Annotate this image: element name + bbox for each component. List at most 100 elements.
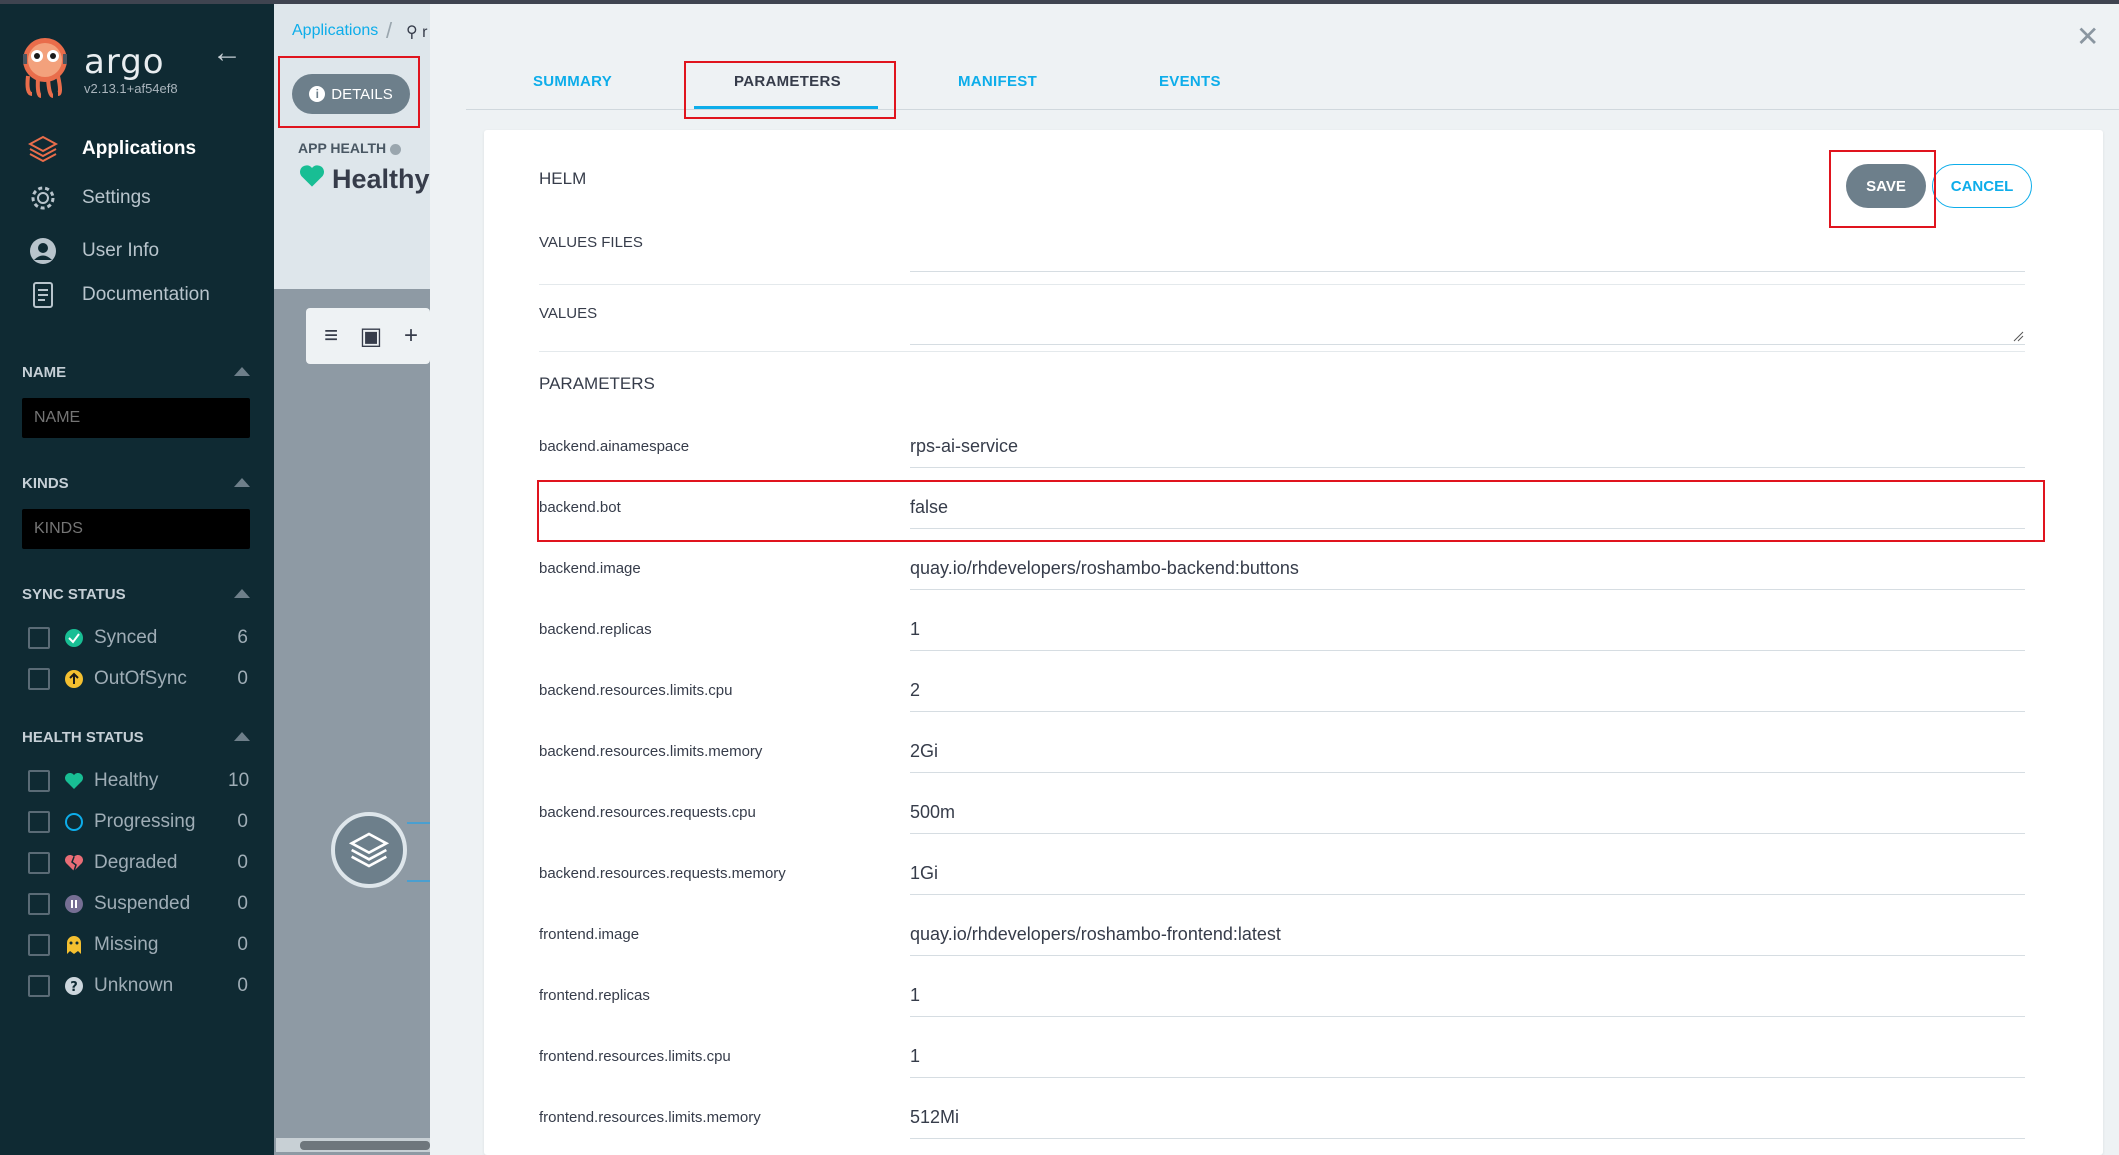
collapse-caret-icon[interactable] — [234, 589, 250, 598]
filter-kinds-title: KINDS — [22, 475, 69, 492]
param-value-input[interactable] — [910, 670, 2025, 712]
filter-unknown[interactable]: ? Unknown 0 — [28, 971, 248, 1001]
param-value-input[interactable] — [910, 609, 2025, 651]
filter-label: OutOfSync — [94, 668, 187, 689]
pause-circle-icon — [64, 894, 84, 914]
param-value-input[interactable] — [910, 792, 2025, 834]
breadcrumb-applications[interactable]: Applications — [292, 22, 378, 40]
checkbox[interactable] — [28, 770, 50, 792]
filter-progressing[interactable]: Progressing 0 — [28, 807, 248, 837]
layers-icon — [349, 832, 389, 868]
scrollbar-thumb[interactable] — [300, 1141, 430, 1150]
checkbox[interactable] — [28, 893, 50, 915]
param-value-input[interactable] — [910, 731, 2025, 773]
collapse-caret-icon[interactable] — [234, 367, 250, 376]
filter-label: Healthy — [94, 770, 159, 791]
checkbox[interactable] — [28, 668, 50, 690]
collapse-caret-icon[interactable] — [234, 478, 250, 487]
tab-events[interactable]: EVENTS — [1159, 73, 1221, 90]
param-name: frontend.resources.limits.memory — [539, 1109, 761, 1126]
checkbox[interactable] — [28, 627, 50, 649]
brand-name: argo — [84, 42, 165, 82]
filter-count: 0 — [237, 893, 248, 914]
filter-suspended[interactable]: Suspended 0 — [28, 889, 248, 919]
save-button[interactable]: SAVE — [1846, 164, 1926, 208]
collapse-caret-icon[interactable] — [234, 732, 250, 741]
filter-health-title: HEALTH STATUS — [22, 729, 144, 746]
app-health-text: Healthy — [332, 164, 430, 194]
nav-settings[interactable]: Settings — [28, 182, 151, 214]
app-node[interactable] — [331, 812, 407, 888]
filter-label: Synced — [94, 627, 158, 648]
filter-label: Unknown — [94, 975, 174, 996]
collapse-sidebar-icon[interactable]: ← — [212, 36, 242, 70]
kinds-filter-input[interactable] — [22, 509, 250, 549]
circle-notch-icon — [64, 812, 84, 832]
view-toolbar: ≡ ▣ + — [306, 308, 430, 364]
details-button[interactable]: i DETAILS — [292, 74, 410, 114]
search-text: r — [422, 24, 428, 41]
param-name: backend.resources.limits.cpu — [539, 682, 733, 699]
param-value-input[interactable] — [910, 853, 2025, 895]
param-value-input[interactable] — [910, 548, 2025, 590]
checkbox[interactable] — [28, 852, 50, 874]
tree-view-icon[interactable]: ▣ — [358, 323, 384, 350]
svg-text:?: ? — [70, 980, 78, 995]
panel-tabs: SUMMARY PARAMETERS MANIFEST EVENTS — [466, 56, 2119, 110]
info-icon: i — [309, 86, 326, 102]
nav-applications-label: Applications — [82, 138, 197, 159]
values-label: VALUES — [539, 305, 598, 322]
filter-healthy[interactable]: Healthy 10 — [28, 766, 249, 796]
name-filter-input[interactable] — [22, 398, 250, 438]
param-value-input[interactable] — [910, 914, 2025, 956]
filter-sync-title: SYNC STATUS — [22, 586, 126, 603]
filter-count: 0 — [237, 975, 248, 996]
filter-name-title: NAME — [22, 364, 67, 381]
checkbox[interactable] — [28, 975, 50, 997]
nav-applications[interactable]: Applications — [28, 133, 196, 165]
search-icon[interactable]: ⚲ r — [406, 22, 428, 42]
filter-outofsync[interactable]: OutOfSync 0 — [28, 664, 248, 694]
filter-synced[interactable]: Synced 6 — [28, 623, 248, 653]
argo-logo — [20, 36, 70, 98]
filter-missing[interactable]: Missing 0 — [28, 930, 248, 960]
filter-count: 0 — [237, 811, 248, 832]
filter-label: Degraded — [94, 852, 178, 873]
param-value-input[interactable] — [910, 487, 2025, 529]
values-textarea[interactable] — [910, 344, 2025, 345]
heart-icon — [298, 164, 326, 195]
param-value-input[interactable] — [910, 426, 2025, 468]
helm-title: HELM — [539, 169, 587, 188]
filter-label: Suspended — [94, 893, 191, 914]
resize-handle-icon[interactable] — [2012, 330, 2024, 342]
param-name: frontend.image — [539, 926, 640, 943]
heart-broken-icon — [64, 853, 84, 873]
top-border — [0, 0, 2119, 4]
param-name: backend.resources.limits.memory — [539, 743, 763, 760]
tab-parameters[interactable]: PARAMETERS — [734, 73, 841, 90]
list-view-icon[interactable]: ≡ — [318, 322, 344, 349]
tab-manifest[interactable]: MANIFEST — [958, 73, 1037, 90]
add-icon[interactable]: + — [398, 322, 424, 349]
param-value-input[interactable] — [910, 1097, 2025, 1139]
document-icon — [28, 280, 58, 310]
param-name: backend.resources.requests.memory — [539, 865, 786, 882]
tab-summary[interactable]: SUMMARY — [533, 73, 612, 90]
filter-degraded[interactable]: Degraded 0 — [28, 848, 248, 878]
version-label: v2.13.1+af54ef8 — [84, 81, 178, 96]
param-value-input[interactable] — [910, 1036, 2025, 1078]
nav-documentation[interactable]: Documentation — [28, 279, 210, 311]
checkbox[interactable] — [28, 811, 50, 833]
nav-settings-label: Settings — [82, 187, 151, 208]
nav-user-info[interactable]: User Info — [28, 235, 159, 267]
divider — [539, 351, 2025, 352]
user-icon — [28, 236, 58, 266]
checkbox[interactable] — [28, 934, 50, 956]
cancel-button[interactable]: CANCEL — [1932, 164, 2032, 208]
details-label: DETAILS — [331, 85, 393, 103]
sidebar: argo v2.13.1+af54ef8 ← Applications Sett… — [0, 4, 274, 1155]
param-value-input[interactable] — [910, 975, 2025, 1017]
values-files-input[interactable] — [910, 271, 2025, 272]
param-name: frontend.replicas — [539, 987, 650, 1004]
close-icon[interactable]: ✕ — [2076, 20, 2099, 53]
